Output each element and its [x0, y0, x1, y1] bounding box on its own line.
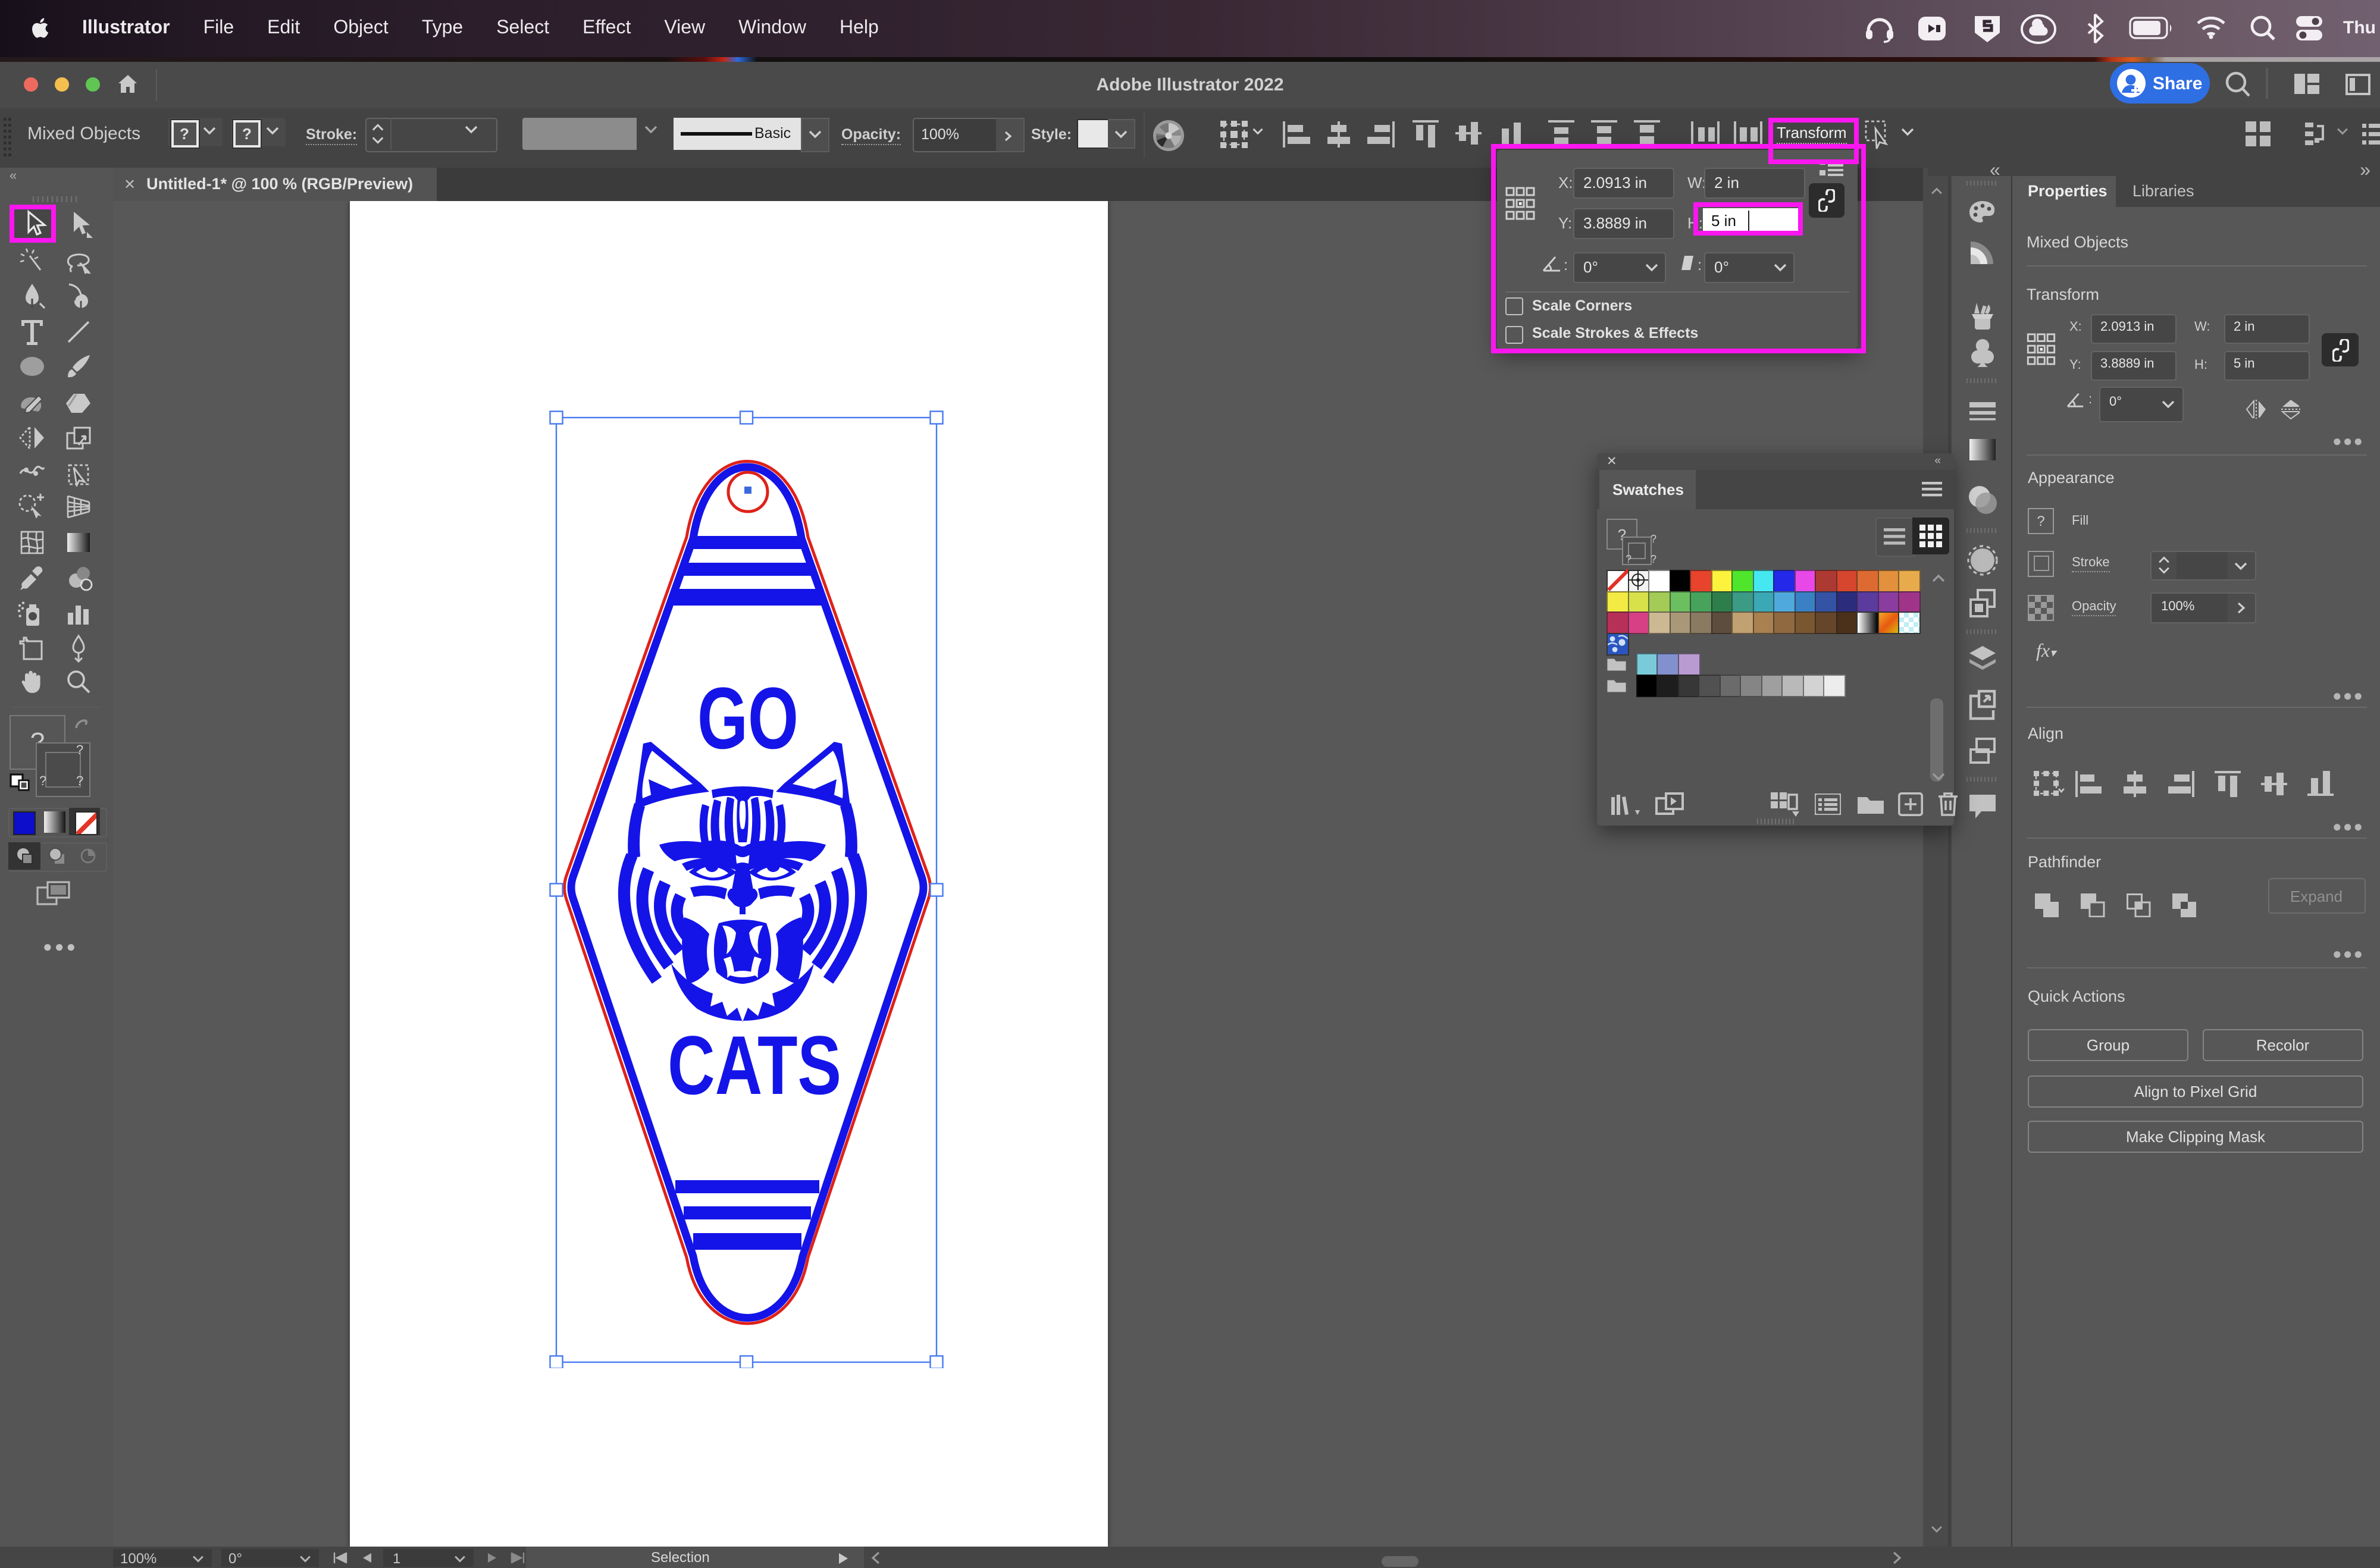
svg-text:GO: GO — [697, 670, 798, 767]
svg-text:CATS: CATS — [668, 1018, 841, 1112]
